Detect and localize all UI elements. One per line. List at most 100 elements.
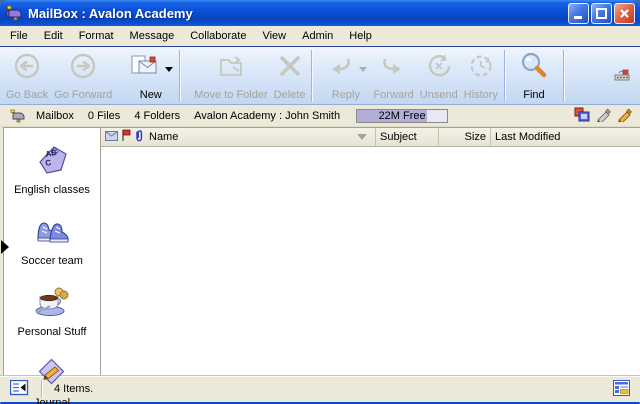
mailbox-icon [6,5,24,21]
column-last-modified-label: Last Modified [495,131,560,143]
reply-icon [324,52,354,87]
minimize-button[interactable] [568,3,589,24]
summary-folders-count: 4 Folders [134,110,180,122]
menu-bar: File Edit Format Message Collaborate Vie… [0,26,640,46]
toolbar-separator [179,50,180,102]
forward-label: Forward [373,89,413,101]
statusbar-separator [41,380,42,398]
column-subject-label: Subject [380,131,417,143]
toolbar: Go Back Go Forward [0,46,640,105]
window-controls [566,3,635,24]
menu-admin[interactable]: Admin [294,27,341,45]
unsend-label: Unsend [420,89,458,101]
pencil-gray-icon[interactable] [596,107,611,125]
new-button[interactable]: New [125,49,176,103]
new-dropdown-caret[interactable] [165,67,173,72]
folder-sidebar: AB C English classes [3,127,101,375]
unsend-button[interactable]: Unsend [417,49,461,103]
sort-descending-icon[interactable] [357,134,367,140]
column-last-modified[interactable]: Last Modified [490,128,640,146]
find-button[interactable]: Find [508,49,560,103]
read-status-icon[interactable] [105,131,118,144]
go-back-button[interactable]: Go Back [3,49,51,103]
new-label: New [140,89,162,101]
go-forward-icon [68,52,98,87]
folder-label: English classes [14,184,90,196]
menu-edit[interactable]: Edit [36,27,71,45]
panel-expand-arrow[interactable] [1,240,9,254]
go-back-icon [12,52,42,87]
folder-label: Journal [34,397,70,404]
app-window: MailBox : Avalon Academy File Edit Forma… [0,0,640,404]
pencil-gold-icon[interactable] [617,107,632,125]
column-name[interactable]: Name [145,128,375,146]
find-label: Find [523,89,544,101]
summary-account: Avalon Academy : John Smith [194,110,340,122]
coffee-cup-icon [32,284,72,323]
maximize-button[interactable] [591,3,612,24]
flag-icon[interactable] [121,129,131,145]
reply-label: Reply [332,89,360,101]
column-subject[interactable]: Subject [375,128,438,146]
unsend-icon [424,52,454,87]
abc-folder-icon: AB C [32,142,72,181]
delete-icon [275,52,305,87]
summary-files-count: 0 Files [88,110,120,122]
menu-format[interactable]: Format [71,27,122,45]
folder-personal-stuff[interactable]: Personal Stuff [18,284,87,338]
folder-label: Personal Stuff [18,326,87,338]
folder-soccer-team[interactable]: Soccer team [21,213,83,267]
column-size-label: Size [465,131,486,143]
folder-english-classes[interactable]: AB C English classes [14,142,90,196]
menu-message[interactable]: Message [122,27,183,45]
summary-mailbox-label: Mailbox [36,110,74,122]
panels-icon[interactable] [574,107,590,125]
column-headers: Name Subject Size Last Modified [101,128,640,147]
history-button[interactable]: History [461,49,501,103]
message-pane: Name Subject Size Last Modified [101,127,640,375]
move-to-folder-button[interactable]: Move to Folder [191,49,270,103]
new-mail-icon [128,52,160,87]
forward-icon [379,52,409,87]
mailbox-small-icon [10,109,27,123]
main-area: AB C English classes [0,127,640,375]
titlebar[interactable]: MailBox : Avalon Academy [0,0,640,26]
delete-label: Delete [274,89,306,101]
sneakers-icon [32,213,72,252]
close-button[interactable] [614,3,635,24]
reply-button[interactable]: Reply [321,49,370,103]
history-label: History [464,89,498,101]
folder-label: Soccer team [21,255,83,267]
column-name-label: Name [149,131,178,143]
menu-view[interactable]: View [254,27,294,45]
toolbar-separator [311,50,312,102]
window-title: MailBox : Avalon Academy [28,6,566,21]
message-list[interactable] [101,147,640,375]
delete-button[interactable]: Delete [271,49,309,103]
paperclip-icon[interactable] [134,129,144,145]
toolbar-separator [504,50,505,102]
go-forward-label: Go Forward [54,89,112,101]
move-to-folder-icon [215,52,247,87]
menu-help[interactable]: Help [341,27,380,45]
status-bar: 4 Items. [0,375,640,402]
move-to-folder-label: Move to Folder [194,89,267,101]
history-icon [466,52,496,87]
go-back-label: Go Back [6,89,48,101]
toolbar-separator [563,50,564,102]
column-size[interactable]: Size [438,128,490,146]
free-space-label: 22M Free [357,110,447,122]
go-forward-button[interactable]: Go Forward [51,49,115,103]
reply-dropdown-caret[interactable] [359,67,367,72]
menu-file[interactable]: File [2,27,36,45]
forward-button[interactable]: Forward [370,49,416,103]
folder-journal[interactable]: Journal [32,355,72,404]
free-space-indicator: 22M Free [356,109,448,123]
toolbar-handle-icon[interactable] [613,69,633,88]
layout-icon[interactable] [613,380,630,399]
items-count-label: 4 Items. [54,383,93,395]
summary-bar: Mailbox 0 Files 4 Folders Avalon Academy… [0,105,640,127]
menu-collaborate[interactable]: Collaborate [182,27,254,45]
quickviewer-icon[interactable] [10,380,29,399]
find-icon [518,50,550,87]
